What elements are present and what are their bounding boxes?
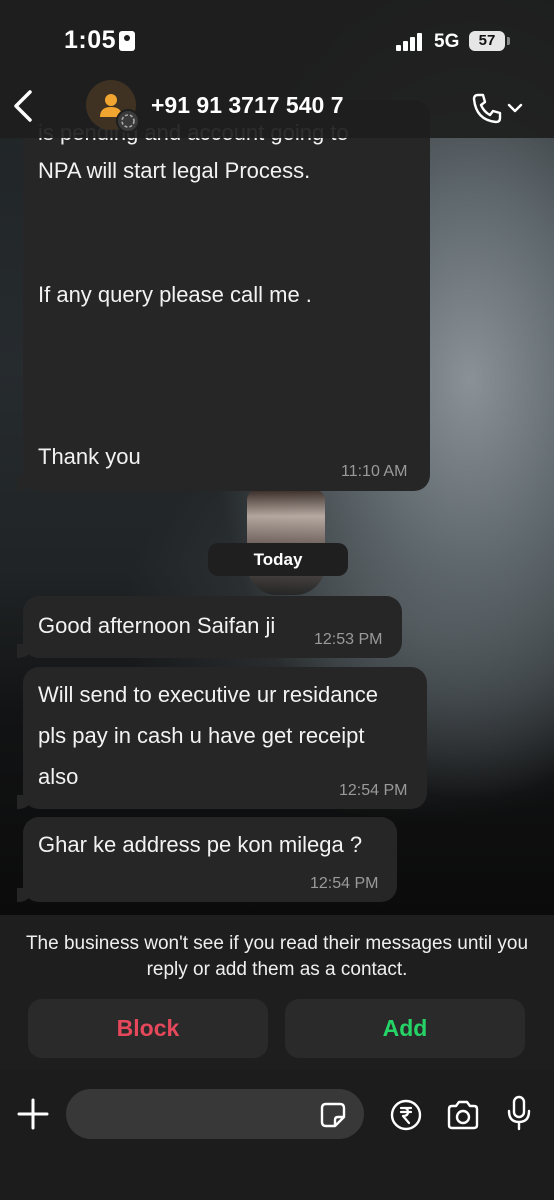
message-bubble[interactable]: Will send to executive ur residance pls … (17, 667, 427, 809)
status-bar: 1:05 5G 57 (0, 0, 554, 80)
message-text: Thank you (38, 444, 141, 469)
date-separator: Today (208, 543, 348, 576)
plus-icon (17, 1098, 49, 1130)
block-button[interactable]: Block (28, 999, 268, 1058)
message-text: Good afternoon Saifan ji (38, 613, 276, 638)
add-contact-button[interactable]: Add (285, 999, 525, 1058)
message-time: 11:10 AM (341, 463, 408, 480)
signal-icon (396, 33, 426, 51)
message-text: If any query please call me . (38, 282, 312, 307)
contact-name[interactable]: +91 91 3717 540 7 (151, 92, 344, 119)
status-ring-icon (116, 109, 140, 133)
message-text: NPA will start legal Process. (38, 158, 311, 183)
id-card-icon (119, 31, 135, 51)
message-text: pls pay in cash u have get receipt (38, 723, 365, 748)
message-text: also (38, 764, 79, 789)
message-time: 12:54 PM (339, 782, 408, 799)
message-text: Will send to executive ur residance (38, 682, 378, 707)
status-time: 1:05 (64, 26, 117, 54)
network-type: 5G (434, 31, 460, 52)
business-notice-text: The business won't see if you read their… (25, 933, 529, 980)
message-bubble[interactable]: is pending and account going to NPA will… (17, 100, 430, 491)
message-bubble[interactable]: Good afternoon Saifan ji 12:53 PM (17, 596, 402, 658)
message-time: 12:53 PM (314, 631, 383, 648)
sticker-button[interactable] (320, 1102, 346, 1133)
chevron-down-icon (507, 103, 523, 113)
camera-button[interactable] (446, 1100, 480, 1135)
camera-icon (447, 1100, 479, 1130)
back-button[interactable] (10, 88, 38, 124)
message-bubble[interactable]: Ghar ke address pe kon milega ? 12:54 PM (17, 817, 397, 902)
battery-icon: 57 (469, 31, 510, 51)
phone-icon (472, 93, 502, 124)
call-button[interactable] (470, 90, 525, 126)
rupee-icon (390, 1099, 422, 1131)
microphone-icon (507, 1095, 531, 1131)
chevron-left-icon (14, 90, 32, 122)
attach-button[interactable] (16, 1097, 50, 1131)
payment-button[interactable] (390, 1099, 422, 1136)
message-time: 12:54 PM (310, 875, 379, 892)
voice-message-button[interactable] (506, 1095, 532, 1136)
message-text: Ghar ke address pe kon milega ? (38, 832, 363, 857)
sticker-icon (320, 1102, 346, 1128)
chat-header: 1:05 5G 57 +91 91 3717 540 7 (0, 0, 554, 138)
